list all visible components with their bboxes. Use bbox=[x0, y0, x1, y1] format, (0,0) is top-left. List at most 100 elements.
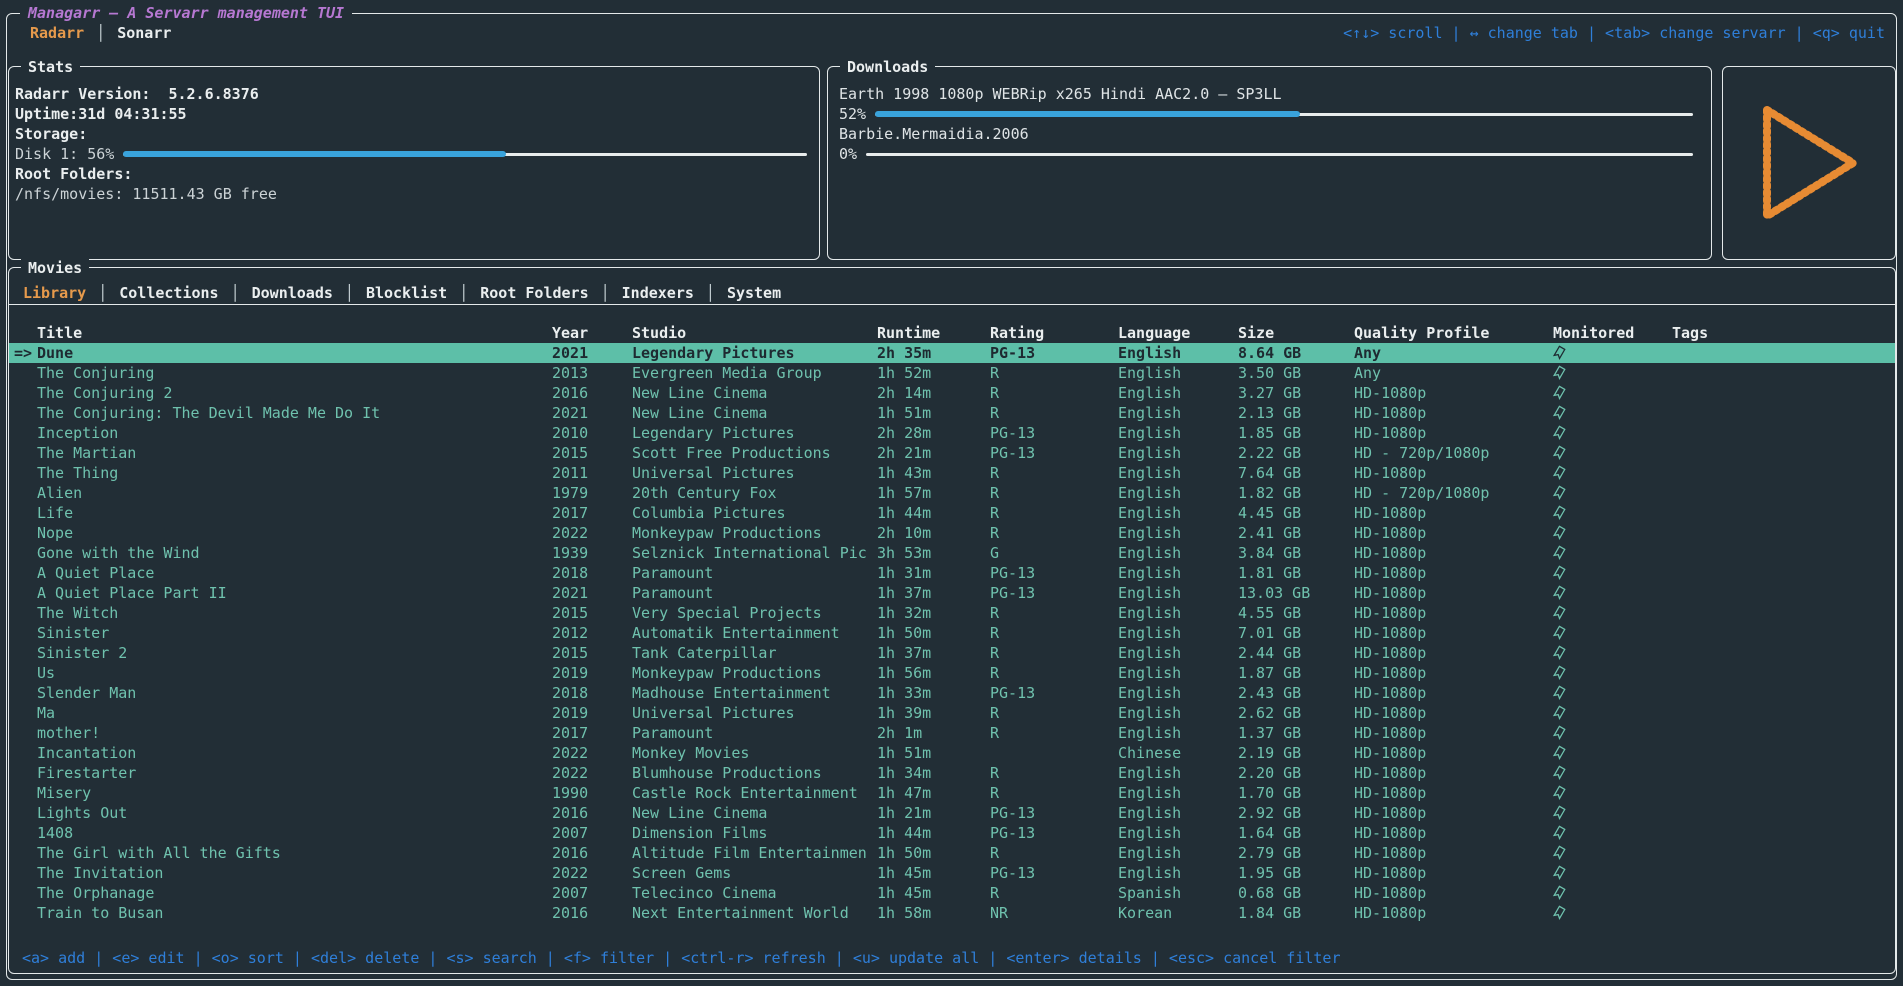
table-row[interactable]: The Conjuring: The Devil Made Me Do It20… bbox=[9, 403, 1895, 423]
cell-runtime: 1h 50m bbox=[877, 843, 990, 863]
download-progress-bar bbox=[875, 111, 1693, 117]
tab-downloads[interactable]: Downloads bbox=[252, 284, 333, 302]
table-row[interactable]: Sinister 22015Tank Caterpillar1h 37mREng… bbox=[9, 643, 1895, 663]
cell-title: Dune bbox=[37, 343, 552, 363]
cell-title: The Orphanage bbox=[37, 883, 552, 903]
cell-year: 2016 bbox=[552, 843, 632, 863]
cell-title: Gone with the Wind bbox=[37, 543, 552, 563]
cell-runtime: 2h 14m bbox=[877, 383, 990, 403]
table-keybindings: <a> add | <e> edit | <o> sort | <del> de… bbox=[22, 949, 1341, 967]
table-row[interactable]: Alien197920th Century Fox1h 57mREnglish1… bbox=[9, 483, 1895, 503]
table-row[interactable]: Incantation2022Monkey Movies1h 51mChines… bbox=[9, 743, 1895, 763]
servarr-tab-radarr[interactable]: Radarr bbox=[30, 24, 84, 42]
cell-quality: HD-1080p bbox=[1354, 423, 1553, 443]
cell-language: English bbox=[1118, 483, 1238, 503]
download-progress-line: 0% bbox=[839, 144, 1695, 164]
table-row[interactable]: Firestarter2022Blumhouse Productions1h 3… bbox=[9, 763, 1895, 783]
table-row[interactable]: A Quiet Place Part II2021Paramount1h 37m… bbox=[9, 583, 1895, 603]
cell-year: 2007 bbox=[552, 883, 632, 903]
tab-library[interactable]: Library bbox=[23, 284, 86, 302]
cell-quality: HD-1080p bbox=[1354, 683, 1553, 703]
cell-size: 2.22 GB bbox=[1238, 443, 1354, 463]
table-row[interactable]: Life2017Columbia Pictures1h 44mREnglish4… bbox=[9, 503, 1895, 523]
disk-progress-bar bbox=[123, 151, 807, 157]
table-row[interactable]: Nope2022Monkeypaw Productions2h 10mREngl… bbox=[9, 523, 1895, 543]
cell-title: Life bbox=[37, 503, 552, 523]
table-row[interactable]: The Conjuring 22016New Line Cinema2h 14m… bbox=[9, 383, 1895, 403]
bookmark-icon bbox=[1553, 625, 1566, 640]
tab-collections[interactable]: Collections bbox=[119, 284, 218, 302]
cell-title: Alien bbox=[37, 483, 552, 503]
cell-runtime: 3h 53m bbox=[877, 543, 990, 563]
bookmark-icon bbox=[1553, 585, 1566, 600]
table-row[interactable]: Train to Busan2016Next Entertainment Wor… bbox=[9, 903, 1895, 923]
table-row[interactable]: Inception2010Legendary Pictures2h 28mPG-… bbox=[9, 423, 1895, 443]
table-row[interactable]: 14082007Dimension Films1h 44mPG-13Englis… bbox=[9, 823, 1895, 843]
cell-rating: NR bbox=[990, 903, 1118, 923]
cell-title: Sinister bbox=[37, 623, 552, 643]
cell-title: A Quiet Place bbox=[37, 563, 552, 583]
cell-quality: HD-1080p bbox=[1354, 643, 1553, 663]
cell-year: 2022 bbox=[552, 743, 632, 763]
cell-prefix: => bbox=[9, 343, 37, 363]
table-row[interactable]: Misery1990Castle Rock Entertainment1h 47… bbox=[9, 783, 1895, 803]
cell-quality: HD-1080p bbox=[1354, 903, 1553, 923]
table-row[interactable]: Sinister2012Automatik Entertainment1h 50… bbox=[9, 623, 1895, 643]
tab-system[interactable]: System bbox=[727, 284, 781, 302]
download-progress-line: 52% bbox=[839, 104, 1695, 124]
cell-runtime: 2h 28m bbox=[877, 423, 990, 443]
table-row[interactable]: The Invitation2022Screen Gems1h 45mPG-13… bbox=[9, 863, 1895, 883]
download-percent: 52% bbox=[839, 104, 866, 124]
cell-size: 3.84 GB bbox=[1238, 543, 1354, 563]
cell-language: English bbox=[1118, 863, 1238, 883]
table-row[interactable]: Lights Out2016New Line Cinema1h 21mPG-13… bbox=[9, 803, 1895, 823]
cell-studio: Selznick International Pic bbox=[632, 543, 877, 563]
cell-studio: New Line Cinema bbox=[632, 803, 877, 823]
cell-rating: R bbox=[990, 383, 1118, 403]
table-row[interactable]: Gone with the Wind1939Selznick Internati… bbox=[9, 543, 1895, 563]
table-row[interactable]: The Thing2011Universal Pictures1h 43mREn… bbox=[9, 463, 1895, 483]
cell-monitored bbox=[1553, 683, 1672, 703]
table-row[interactable]: Ma2019Universal Pictures1h 39mREnglish2.… bbox=[9, 703, 1895, 723]
table-row[interactable]: The Witch2015Very Special Projects1h 32m… bbox=[9, 603, 1895, 623]
table-row[interactable]: The Orphanage2007Telecinco Cinema1h 45mR… bbox=[9, 883, 1895, 903]
cell-quality: HD-1080p bbox=[1354, 883, 1553, 903]
table-row[interactable]: The Conjuring2013Evergreen Media Group1h… bbox=[9, 363, 1895, 383]
tab-root-folders[interactable]: Root Folders bbox=[480, 284, 588, 302]
cell-title: Slender Man bbox=[37, 683, 552, 703]
cell-rating: R bbox=[990, 843, 1118, 863]
cell-monitored bbox=[1553, 643, 1672, 663]
cell-year: 1990 bbox=[552, 783, 632, 803]
column-studio: Studio bbox=[632, 323, 877, 343]
table-header: Title Year Studio Runtime Rating Languag… bbox=[9, 323, 1895, 343]
cell-studio: Paramount bbox=[632, 583, 877, 603]
tab-indexers[interactable]: Indexers bbox=[622, 284, 694, 302]
cell-language: English bbox=[1118, 823, 1238, 843]
cell-quality: HD-1080p bbox=[1354, 723, 1553, 743]
cell-rating: R bbox=[990, 623, 1118, 643]
table-row[interactable]: Us2019Monkeypaw Productions1h 56mREnglis… bbox=[9, 663, 1895, 683]
table-row[interactable]: mother!2017Paramount2h 1mREnglish1.37 GB… bbox=[9, 723, 1895, 743]
column-rating: Rating bbox=[990, 323, 1118, 343]
table-row[interactable]: The Girl with All the Gifts2016Altitude … bbox=[9, 843, 1895, 863]
cell-quality: HD-1080p bbox=[1354, 503, 1553, 523]
cell-size: 3.27 GB bbox=[1238, 383, 1354, 403]
storage-label: Storage: bbox=[15, 124, 809, 144]
download-percent: 0% bbox=[839, 144, 857, 164]
cell-year: 2018 bbox=[552, 563, 632, 583]
bookmark-icon bbox=[1553, 905, 1566, 920]
tab-blocklist[interactable]: Blocklist bbox=[366, 284, 447, 302]
table-row[interactable]: Slender Man2018Madhouse Entertainment1h … bbox=[9, 683, 1895, 703]
cell-runtime: 2h 21m bbox=[877, 443, 990, 463]
table-row[interactable]: A Quiet Place2018Paramount1h 31mPG-13Eng… bbox=[9, 563, 1895, 583]
table-row[interactable]: The Martian2015Scott Free Productions2h … bbox=[9, 443, 1895, 463]
cell-language: English bbox=[1118, 503, 1238, 523]
cell-title: The Witch bbox=[37, 603, 552, 623]
column-quality-profile: Quality Profile bbox=[1354, 323, 1553, 343]
table-row[interactable]: =>Dune2021Legendary Pictures2h 35mPG-13E… bbox=[9, 343, 1895, 363]
cell-size: 2.19 GB bbox=[1238, 743, 1354, 763]
cell-year: 2015 bbox=[552, 603, 632, 623]
cell-runtime: 2h 35m bbox=[877, 343, 990, 363]
bookmark-icon bbox=[1553, 665, 1566, 680]
servarr-tab-sonarr[interactable]: Sonarr bbox=[117, 24, 171, 42]
